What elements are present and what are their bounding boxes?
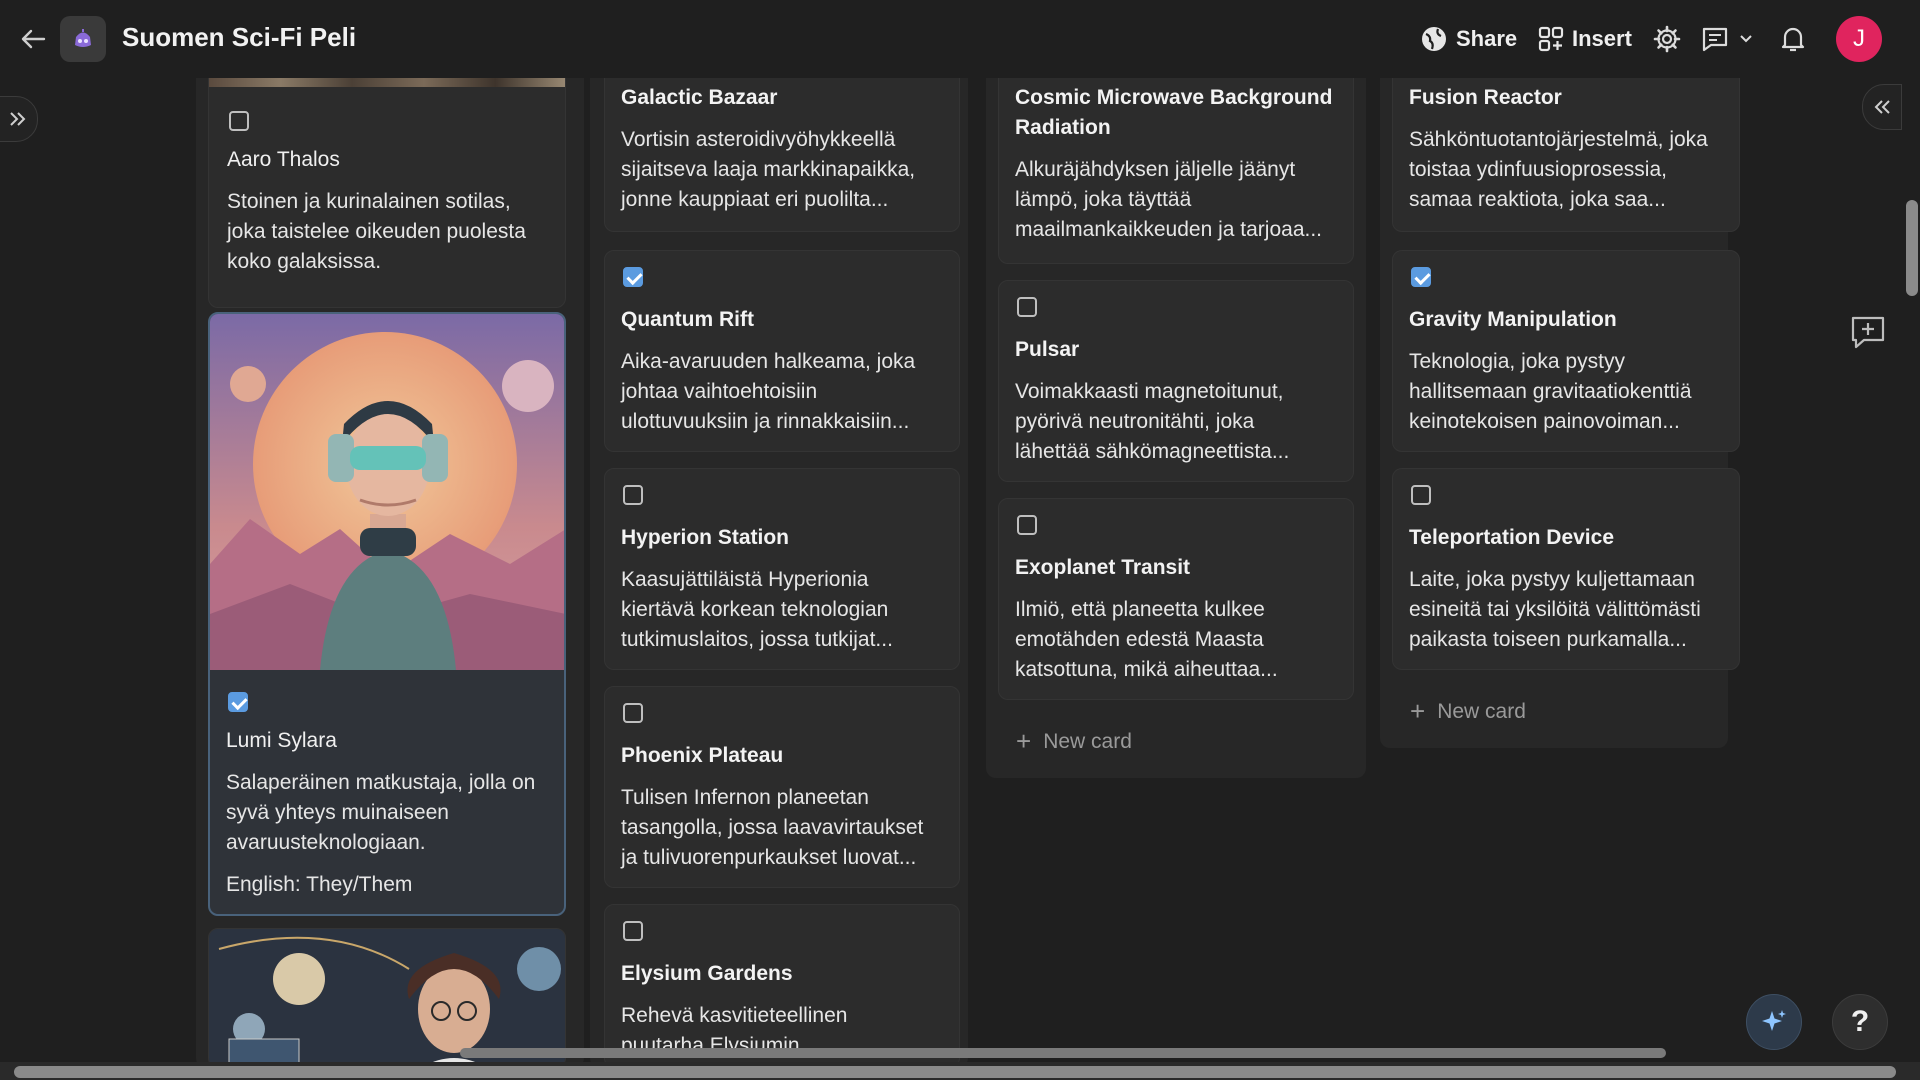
astronaut-woman-illustration xyxy=(210,314,564,670)
settings-gear-icon[interactable] xyxy=(1650,22,1684,56)
globe-icon xyxy=(1422,27,1446,51)
card-phoenix-plateau[interactable]: Phoenix Plateau Tulisen Infernon planeet… xyxy=(604,686,960,888)
card-description: Kaasujättiläistä Hyperionia kiertävä kor… xyxy=(621,568,893,651)
card-hyperion-station[interactable]: Hyperion Station Kaasujättiläistä Hyperi… xyxy=(604,468,960,670)
card-lumi-sylara[interactable]: Lumi Sylara Salaperäinen matkustaja, jol… xyxy=(208,312,566,916)
card-checkbox[interactable] xyxy=(229,111,249,131)
card-checkbox-checked[interactable] xyxy=(623,267,643,287)
card-checkbox[interactable] xyxy=(1411,485,1431,505)
plus-icon: + xyxy=(1016,726,1032,756)
board-column-phenomena: Cosmic Microwave Background Radiation Al… xyxy=(986,68,1366,778)
card-title: Fusion Reactor xyxy=(1409,86,1562,109)
new-card-label: New card xyxy=(1043,729,1132,753)
card-title: Gravity Manipulation xyxy=(1409,308,1617,331)
card-title: Phoenix Plateau xyxy=(621,744,784,767)
card-title: Elysium Gardens xyxy=(621,962,793,985)
card-checkbox[interactable] xyxy=(623,485,643,505)
double-chevron-left-icon xyxy=(1874,100,1890,114)
share-button[interactable]: Share xyxy=(1420,20,1517,58)
card-title: Galactic Bazaar xyxy=(621,86,778,109)
card-elysium-gardens[interactable]: Elysium Gardens Rehevä kasvitieteellinen… xyxy=(604,904,960,1068)
card-title: Teleportation Device xyxy=(1409,526,1614,549)
page-horizontal-scrollbar[interactable] xyxy=(14,1066,1896,1078)
card-checkbox-checked[interactable] xyxy=(1411,267,1431,287)
board-column-locations: Galactic Bazaar Vortisin asteroidivyöhyk… xyxy=(590,68,968,1068)
insert-button[interactable]: Insert xyxy=(1538,20,1632,58)
card-checkbox[interactable] xyxy=(1017,297,1037,317)
card-scientist[interactable] xyxy=(208,928,566,1068)
sparkle-icon xyxy=(1762,1010,1786,1031)
back-arrow-icon[interactable] xyxy=(18,24,48,54)
app-robot-icon[interactable] xyxy=(60,16,106,62)
avatar[interactable]: J xyxy=(1836,16,1882,62)
board-column-characters: Aaro Thalos Stoinen ja kurinalainen soti… xyxy=(196,68,584,1068)
card-description: Tulisen Infernon planeetan tasangolla, j… xyxy=(621,786,924,869)
card-checkbox[interactable] xyxy=(1017,515,1037,535)
card-pulsar[interactable]: Pulsar Voimakkaasti magnetoitunut, pyöri… xyxy=(998,280,1354,482)
card-galactic-bazaar[interactable]: Galactic Bazaar Vortisin asteroidivyöhyk… xyxy=(604,68,960,232)
new-card-button[interactable]: + New card xyxy=(1410,696,1526,727)
chevron-down-icon[interactable] xyxy=(1736,22,1756,56)
card-checkbox-checked[interactable] xyxy=(228,692,248,712)
vertical-scrollbar[interactable] xyxy=(1906,200,1918,296)
card-checkbox[interactable] xyxy=(623,703,643,723)
card-description: Aika-avaruuden halkeama, joka johtaa vai… xyxy=(621,350,916,433)
card-exoplanet-transit[interactable]: Exoplanet Transit Ilmiö, että planeetta … xyxy=(998,498,1354,700)
top-bar: Suomen Sci-Fi Peli Share Insert J xyxy=(0,0,1920,78)
board-horizontal-scrollbar[interactable] xyxy=(460,1048,1666,1058)
comment-icon[interactable] xyxy=(1698,22,1732,56)
expand-sidebar-button[interactable] xyxy=(0,96,38,142)
card-description: Alkuräjähdyksen jäljelle jäänyt lämpö, j… xyxy=(1015,158,1323,241)
card-title: Pulsar xyxy=(1015,338,1080,361)
card-checkbox[interactable] xyxy=(623,921,643,941)
collapse-panel-button[interactable] xyxy=(1862,84,1902,130)
grid-plus-icon xyxy=(1538,26,1564,52)
card-description: Sähköntuotantojärjestelmä, joka toistaa … xyxy=(1409,128,1708,211)
page-title: Suomen Sci-Fi Peli xyxy=(122,22,357,52)
card-title: Quantum Rift xyxy=(621,308,754,331)
card-description: Vortisin asteroidivyöhykkeellä sijaitsev… xyxy=(621,128,916,211)
card-description: Salaperäinen matkustaja, jolla on syvä y… xyxy=(226,771,536,854)
card-description: Voimakkaasti magnetoitunut, pyörivä neut… xyxy=(1015,380,1290,463)
card-aaro-thalos[interactable]: Aaro Thalos Stoinen ja kurinalainen soti… xyxy=(208,68,566,308)
card-title: Exoplanet Transit xyxy=(1015,556,1191,579)
card-description: Teknologia, joka pystyy hallitsemaan gra… xyxy=(1409,350,1692,433)
card-teleportation-device[interactable]: Teleportation Device Laite, joka pystyy … xyxy=(1392,468,1740,670)
board-column-technology: Fusion Reactor Sähköntuotantojärjestelmä… xyxy=(1380,68,1740,748)
card-pronouns: English: They/Them xyxy=(226,873,413,896)
share-label: Share xyxy=(1456,26,1518,51)
card-cosmic-microwave[interactable]: Cosmic Microwave Background Radiation Al… xyxy=(998,68,1354,264)
new-card-button[interactable]: + New card xyxy=(1016,726,1132,757)
card-title: Hyperion Station xyxy=(621,526,790,549)
card-quantum-rift[interactable]: Quantum Rift Aika-avaruuden halkeama, jo… xyxy=(604,250,960,452)
double-chevron-right-icon xyxy=(10,112,26,126)
notification-bell-icon[interactable] xyxy=(1776,22,1810,56)
card-name: Lumi Sylara xyxy=(226,729,337,752)
card-title: Cosmic Microwave Background Radiation xyxy=(1015,86,1333,139)
help-button[interactable]: ? xyxy=(1832,994,1888,1050)
plus-icon: + xyxy=(1410,696,1426,726)
card-fusion-reactor[interactable]: Fusion Reactor Sähköntuotantojärjestelmä… xyxy=(1392,68,1740,232)
card-name: Aaro Thalos xyxy=(227,148,340,171)
card-description: Laite, joka pystyy kuljettamaan esineitä… xyxy=(1409,568,1701,651)
insert-label: Insert xyxy=(1572,26,1632,51)
new-card-label: New card xyxy=(1437,699,1526,723)
card-gravity-manipulation[interactable]: Gravity Manipulation Teknologia, joka py… xyxy=(1392,250,1740,452)
ai-assistant-button[interactable] xyxy=(1746,994,1802,1050)
card-description: Ilmiö, että planeetta kulkee emotähden e… xyxy=(1015,598,1278,681)
add-comment-icon[interactable] xyxy=(1848,312,1888,352)
card-description: Stoinen ja kurinalainen sotilas, joka ta… xyxy=(227,190,526,273)
